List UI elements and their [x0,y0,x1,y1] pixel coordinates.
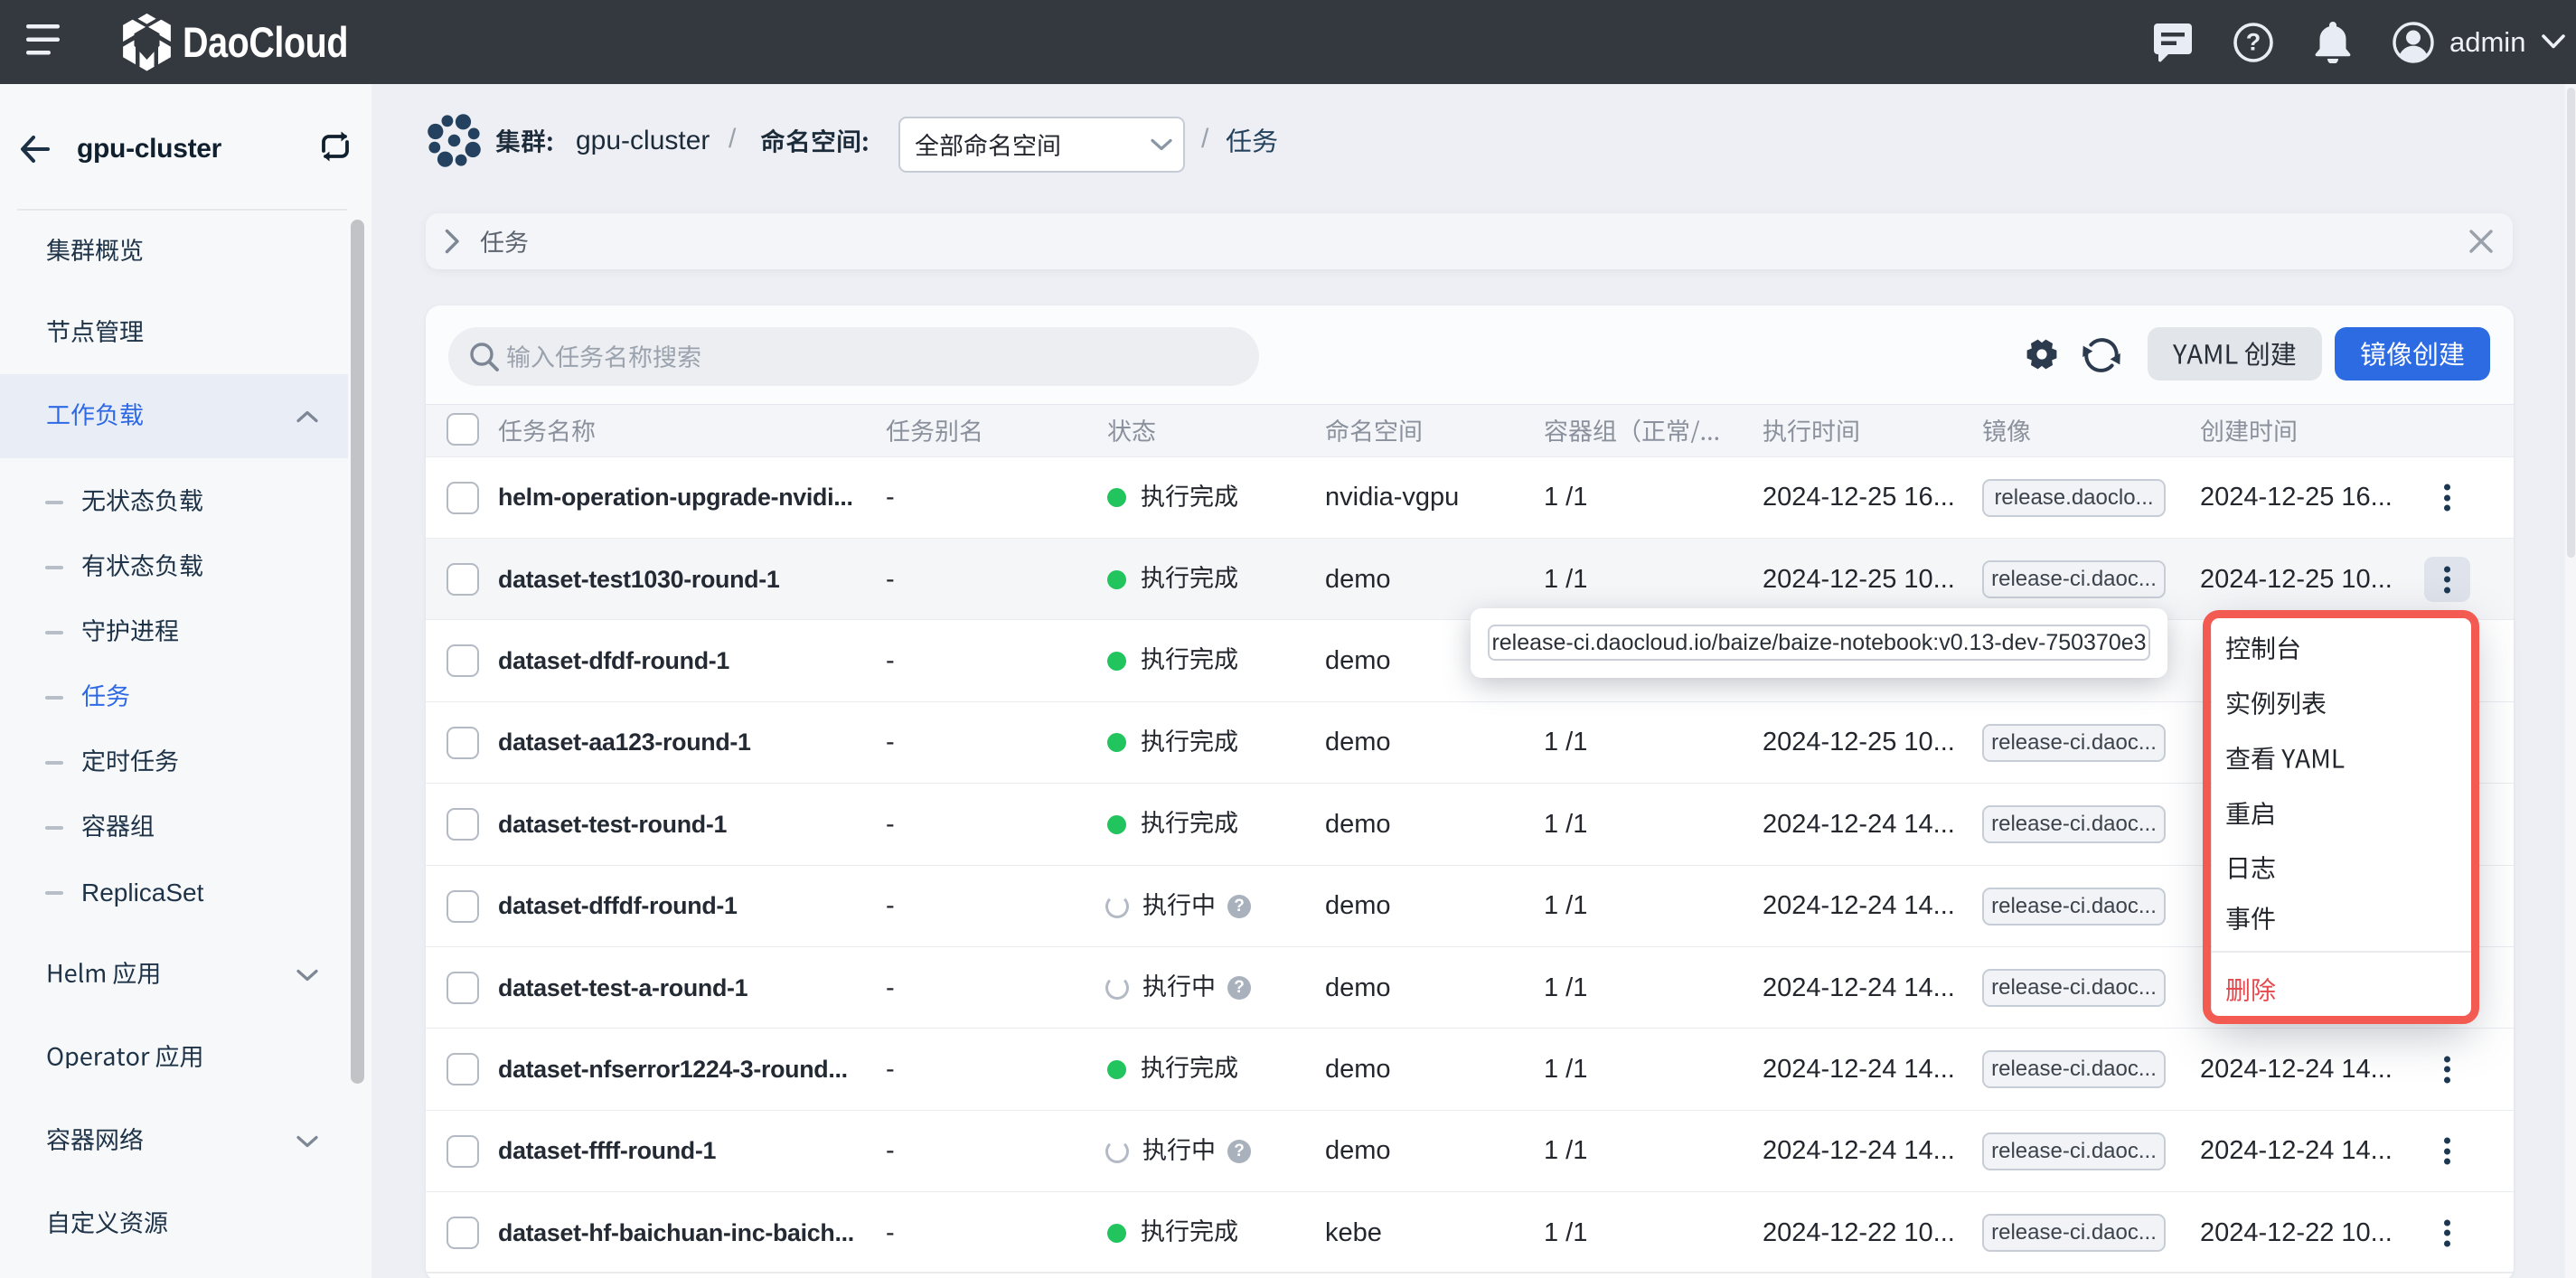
svg-text:?: ? [2246,29,2261,56]
